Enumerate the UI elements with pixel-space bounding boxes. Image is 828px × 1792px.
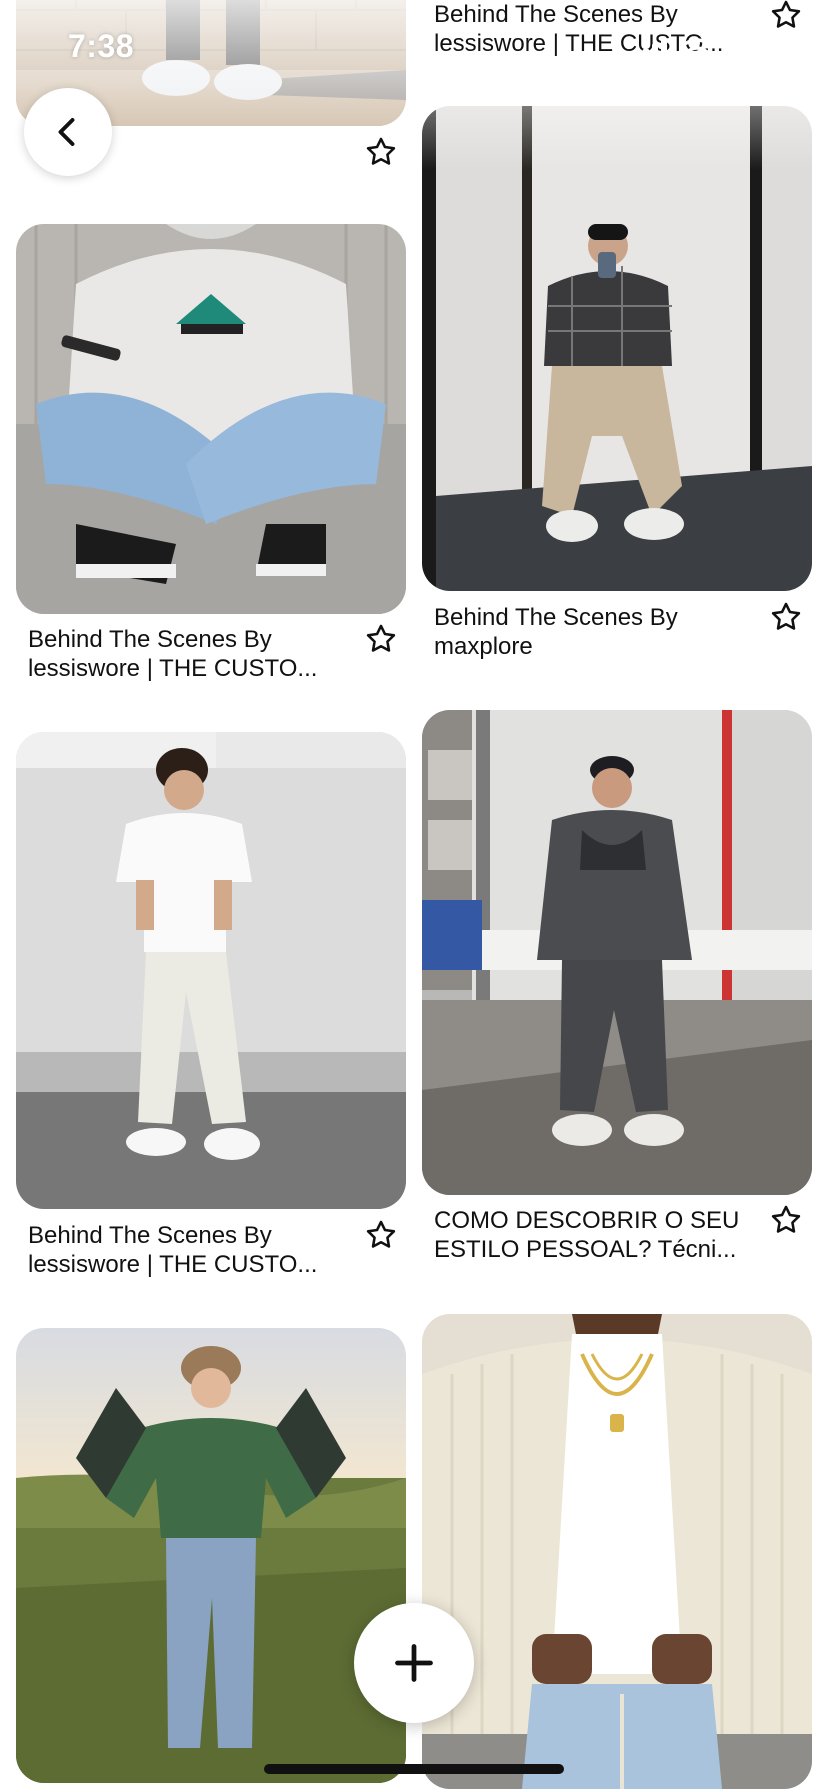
plus-icon: [395, 1644, 433, 1682]
pin-image[interactable]: [422, 106, 812, 591]
chevron-left-icon: [58, 118, 75, 146]
pin-title[interactable]: Behind The Scenes By maxplore: [434, 603, 774, 661]
back-button[interactable]: [24, 88, 112, 176]
star-icon[interactable]: [364, 135, 398, 169]
pin-title[interactable]: COMO DESCOBRIR O SEU ESTILO PESSOAL? Téc…: [434, 1206, 774, 1264]
pin-feed-screen: Behind The Scenes By lessiswore | THE CU…: [0, 0, 828, 1792]
pin-title-line: ESTILO PESSOAL? Técni...: [434, 1236, 737, 1263]
star-icon[interactable]: [364, 622, 398, 656]
pin-image[interactable]: [16, 224, 406, 614]
pin-title[interactable]: Behind The Scenes By lessiswore | THE CU…: [28, 625, 368, 683]
pin-title-line: COMO DESCOBRIR O SEU: [434, 1207, 740, 1234]
pin-image[interactable]: [16, 732, 406, 1209]
star-icon[interactable]: [769, 600, 803, 634]
home-indicator[interactable]: [264, 1764, 564, 1774]
star-icon[interactable]: [769, 1203, 803, 1237]
star-icon[interactable]: [364, 1218, 398, 1252]
pin-title-line: maxplore: [434, 633, 533, 660]
battery-icon: [725, 37, 779, 61]
pin-title-line: Behind The Scenes By: [434, 1, 678, 28]
pin-title-line: lessiswore | THE CUSTO...: [28, 1251, 318, 1278]
pin-image[interactable]: [16, 1328, 406, 1783]
pin-title-line: Behind The Scenes By: [434, 604, 678, 631]
pin-image[interactable]: [422, 710, 812, 1195]
pin-title-line: Behind The Scenes By: [28, 626, 272, 653]
pin-image[interactable]: [422, 1314, 812, 1789]
status-time: 7:38: [68, 28, 135, 64]
status-icons: [634, 37, 779, 62]
pin-title-line: lessiswore | THE CUSTO...: [28, 655, 318, 682]
pin-title[interactable]: Behind The Scenes By lessiswore | THE CU…: [28, 1221, 368, 1279]
star-icon[interactable]: [769, 0, 803, 32]
add-button[interactable]: [354, 1603, 474, 1723]
cellular-signal-icon: [634, 38, 667, 62]
pin-title-line: Behind The Scenes By: [28, 1222, 272, 1249]
wifi-icon: [680, 38, 714, 61]
